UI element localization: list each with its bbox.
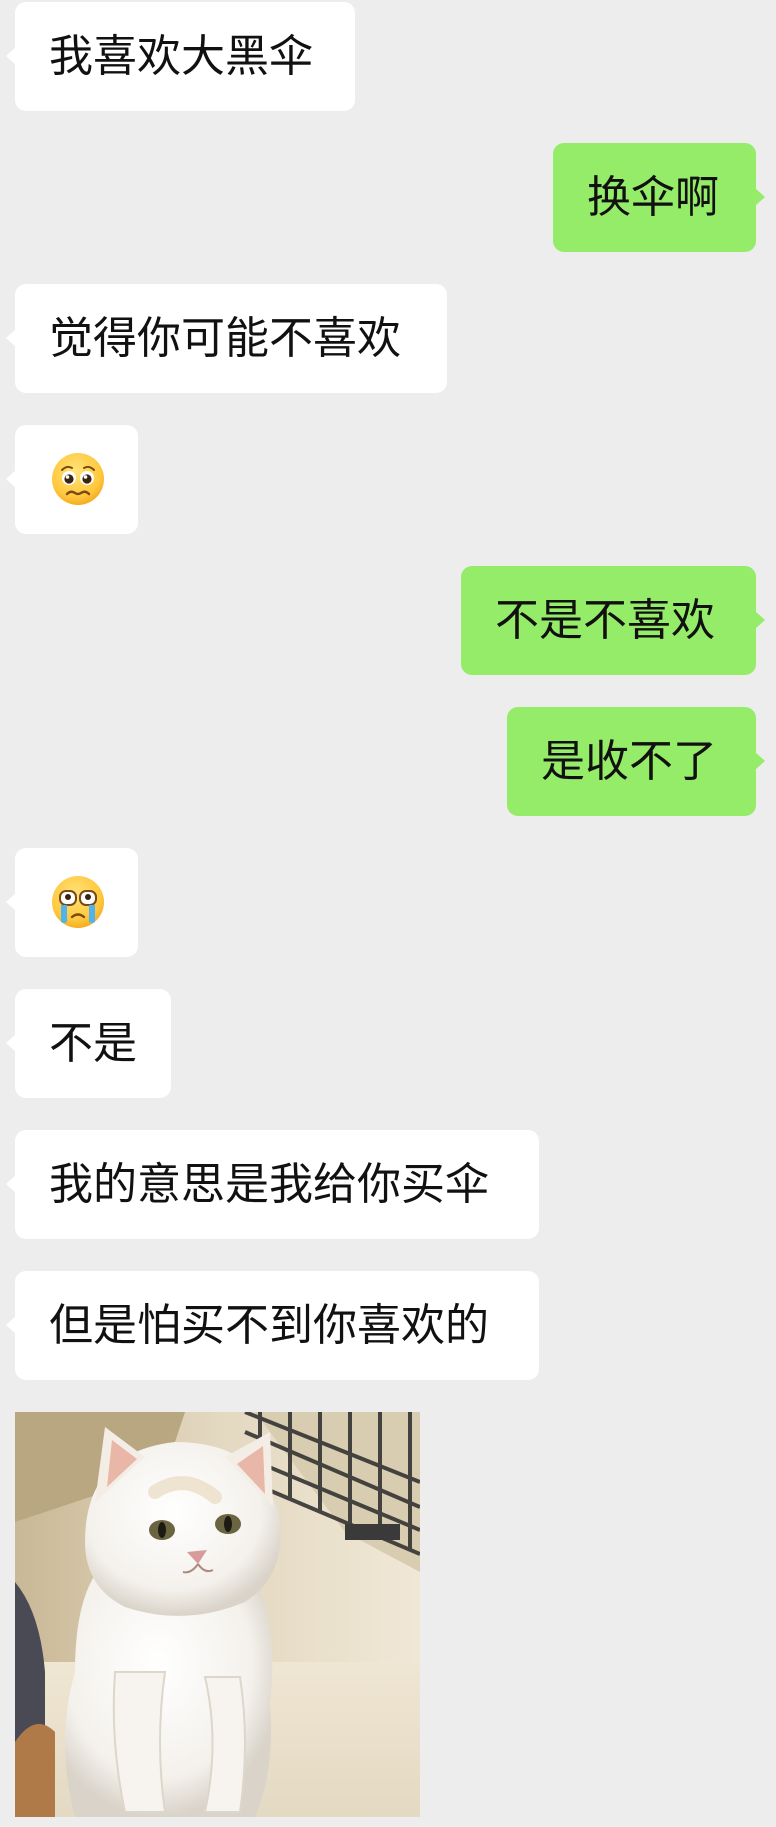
message-text: 但是怕买不到你喜欢的 bbox=[49, 1300, 489, 1351]
received-message[interactable]: 觉得你可能不喜欢 bbox=[6, 284, 447, 393]
message-text: 不是 bbox=[49, 1018, 137, 1069]
pleading-face-icon bbox=[50, 451, 106, 507]
received-emoji-message[interactable] bbox=[6, 848, 138, 957]
received-message[interactable]: 不是 bbox=[6, 989, 171, 1098]
message-text: 换伞啊 bbox=[587, 172, 719, 223]
sent-message[interactable]: 换伞啊 bbox=[553, 143, 765, 252]
message-text: 不是不喜欢 bbox=[495, 595, 715, 646]
received-message[interactable]: 我喜欢大黑伞 bbox=[6, 2, 355, 111]
received-message[interactable]: 但是怕买不到你喜欢的 bbox=[6, 1271, 539, 1380]
crying-face-icon bbox=[50, 874, 106, 930]
message-text: 我喜欢大黑伞 bbox=[49, 31, 313, 82]
received-emoji-message[interactable] bbox=[6, 425, 138, 534]
message-text: 是收不了 bbox=[541, 736, 717, 787]
message-text: 我的意思是我给你买伞 bbox=[49, 1159, 489, 1210]
sent-message[interactable]: 不是不喜欢 bbox=[461, 566, 765, 675]
received-message[interactable]: 我的意思是我给你买伞 bbox=[6, 1130, 539, 1239]
sent-message[interactable]: 是收不了 bbox=[507, 707, 765, 816]
cat-photo[interactable] bbox=[15, 1412, 420, 1817]
message-text: 觉得你可能不喜欢 bbox=[49, 313, 401, 364]
chat-transcript: 我喜欢大黑伞 换伞啊 觉得你可能不喜欢 不是不喜欢 是收不了 不是 我的意思是我… bbox=[0, 0, 776, 1827]
